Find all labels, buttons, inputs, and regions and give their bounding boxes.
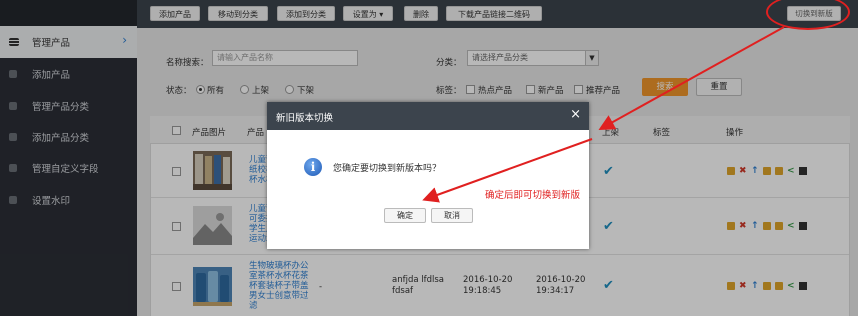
dialog-header: 新旧版本切换 × <box>267 102 589 130</box>
cancel-button[interactable]: 取消 <box>431 208 473 223</box>
confirm-button[interactable]: 确定 <box>384 208 426 223</box>
version-switch-dialog: 新旧版本切换 × i 您确定要切换到新版本吗？ 确定 取消 <box>267 102 589 249</box>
info-icon: i <box>304 158 322 176</box>
annotation-text: 确定后即可切换到新版 <box>485 190 581 201</box>
dialog-title: 新旧版本切换 <box>276 113 334 124</box>
dialog-message: 您确定要切换到新版本吗？ <box>333 164 442 174</box>
close-icon[interactable]: × <box>570 107 581 122</box>
